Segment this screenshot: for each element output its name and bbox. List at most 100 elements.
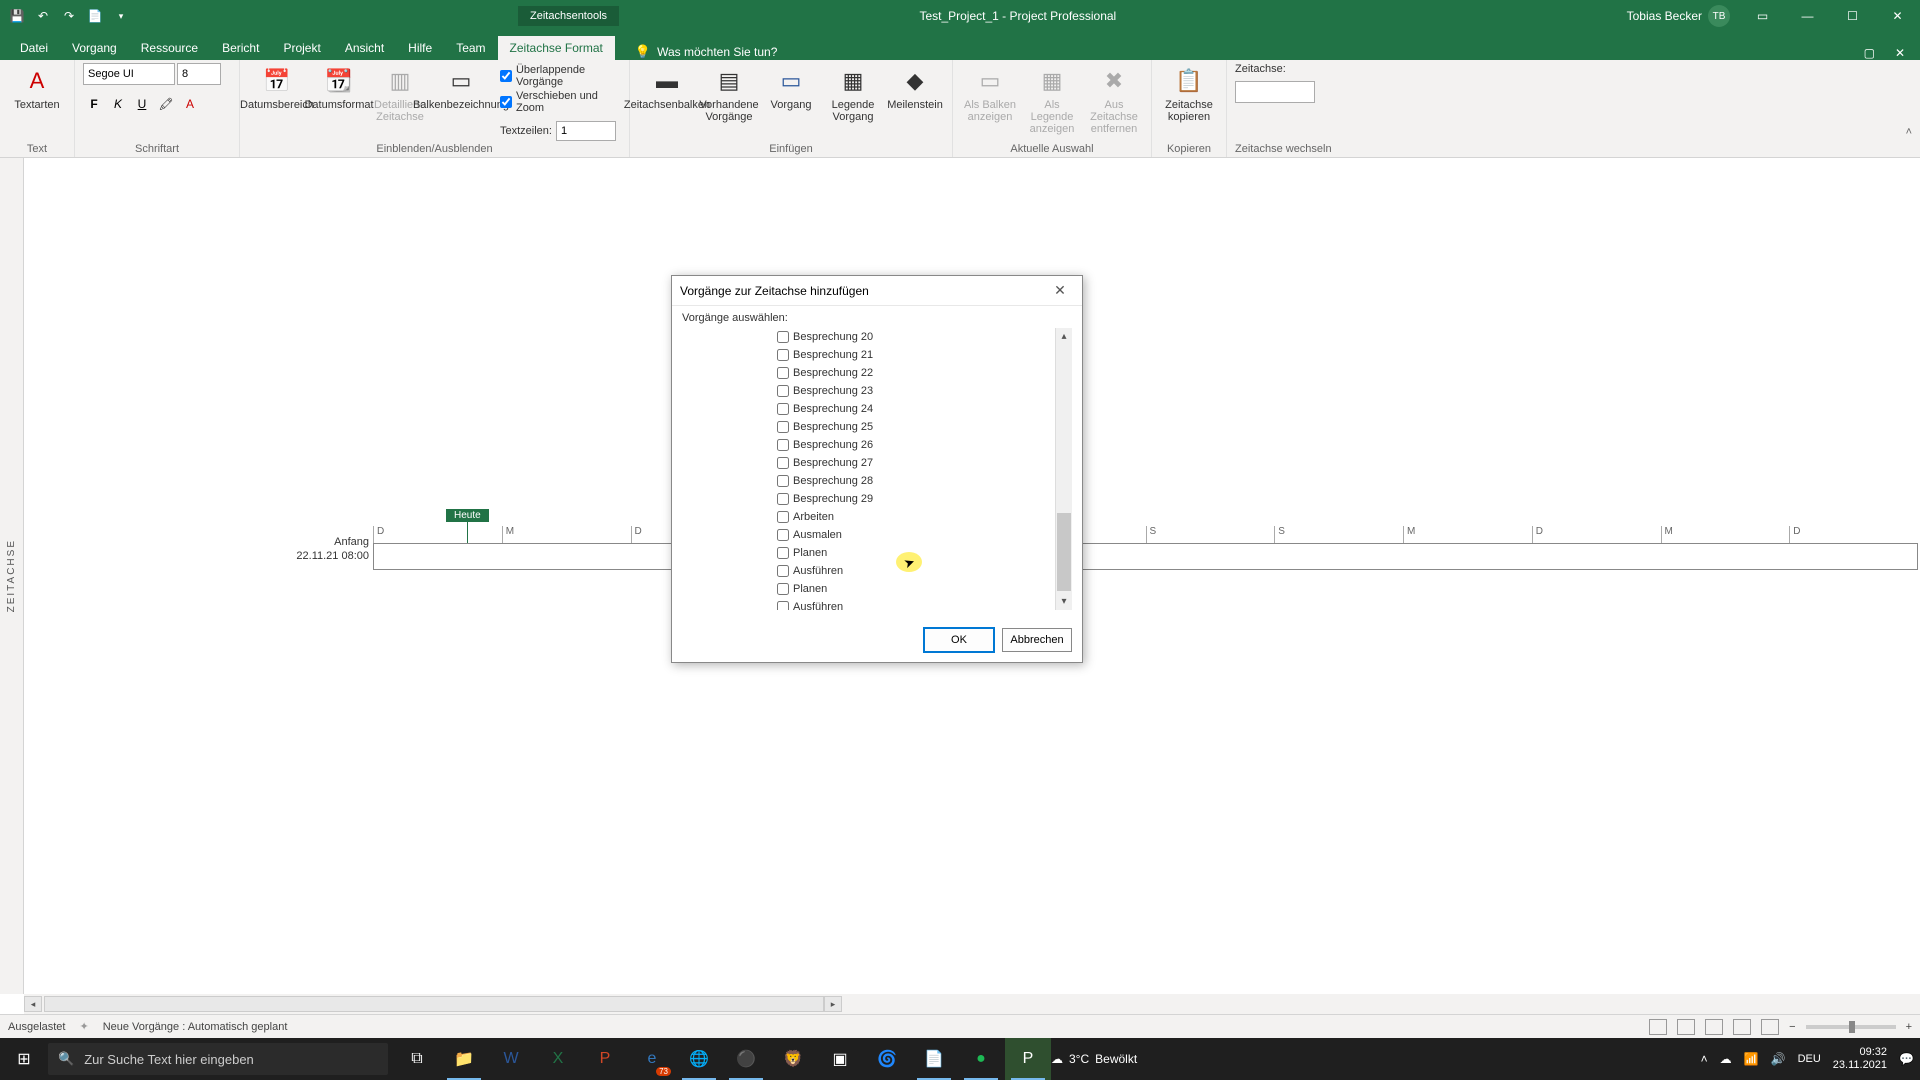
- task-checkbox[interactable]: [777, 457, 789, 469]
- highlight-button[interactable]: 🖍: [155, 93, 177, 115]
- task-checkbox[interactable]: [777, 529, 789, 541]
- tab-team[interactable]: Team: [444, 36, 497, 60]
- textarten-button[interactable]: A Textarten: [8, 63, 66, 113]
- dialog-titlebar[interactable]: Vorgänge zur Zeitachse hinzufügen ✕: [672, 276, 1082, 306]
- font-name-select[interactable]: [83, 63, 175, 85]
- view-gantt-icon[interactable]: [1649, 1019, 1667, 1035]
- ribbon-options-icon[interactable]: ▭: [1740, 0, 1785, 32]
- taskbar-clock[interactable]: 09:32 23.11.2021: [1833, 1046, 1887, 1072]
- task-item[interactable]: Besprechung 25: [777, 418, 1055, 436]
- tell-me-search[interactable]: 💡 Was möchten Sie tun?: [635, 44, 777, 60]
- tab-ansicht[interactable]: Ansicht: [333, 36, 396, 60]
- task-item[interactable]: Besprechung 29: [777, 490, 1055, 508]
- task-item[interactable]: Besprechung 26: [777, 436, 1055, 454]
- task-item[interactable]: Planen: [777, 580, 1055, 598]
- chrome-icon[interactable]: 🌐: [676, 1038, 722, 1080]
- redo-icon[interactable]: ↷: [60, 7, 78, 25]
- ok-button[interactable]: OK: [924, 628, 994, 652]
- task-item[interactable]: Besprechung 24: [777, 400, 1055, 418]
- timeline-bar[interactable]: [373, 543, 1918, 570]
- datumsformat-button[interactable]: 📆 Datumsformat: [310, 63, 368, 113]
- zeitachse-kopieren-button[interactable]: 📋 Zeitachse kopieren: [1160, 63, 1218, 125]
- task-item[interactable]: Besprechung 21: [777, 346, 1055, 364]
- scroll-up-icon[interactable]: ▴: [1056, 328, 1072, 345]
- zoom-in-icon[interactable]: +: [1906, 1021, 1912, 1033]
- balkenbez-button[interactable]: ▭ Balkenbezeichnung: [432, 63, 490, 113]
- excel-icon[interactable]: X: [535, 1038, 581, 1080]
- word-icon[interactable]: W: [488, 1038, 534, 1080]
- bold-button[interactable]: F: [83, 93, 105, 115]
- edge-icon[interactable]: 🌀: [864, 1038, 910, 1080]
- tray-chevron-icon[interactable]: ˄: [1701, 1052, 1708, 1066]
- timeline-sidebar[interactable]: ZEITACHSE: [0, 158, 24, 994]
- taskbar-weather[interactable]: ☁ 3°C Bewölkt: [1051, 1052, 1137, 1066]
- cancel-button[interactable]: Abbrechen: [1002, 628, 1072, 652]
- task-view-icon[interactable]: ⧉: [394, 1038, 440, 1080]
- meilenstein-button[interactable]: ◆ Meilenstein: [886, 63, 944, 113]
- zoom-slider[interactable]: [1806, 1025, 1896, 1029]
- ribbon-close-icon[interactable]: ✕: [1895, 46, 1905, 60]
- tab-datei[interactable]: Datei: [8, 36, 60, 60]
- undo-icon[interactable]: ↶: [34, 7, 52, 25]
- task-checkbox[interactable]: [777, 565, 789, 577]
- onedrive-icon[interactable]: ☁: [1720, 1052, 1732, 1066]
- maximize-icon[interactable]: ☐: [1830, 0, 1875, 32]
- qat-more-icon[interactable]: ▾: [112, 7, 130, 25]
- notepad-icon[interactable]: 📄: [911, 1038, 957, 1080]
- zeitachse-switch-select[interactable]: [1235, 81, 1315, 103]
- tab-projekt[interactable]: Projekt: [271, 36, 332, 60]
- spotify-icon[interactable]: ●: [958, 1038, 1004, 1080]
- dialog-close-button[interactable]: ✕: [1046, 280, 1074, 302]
- view-report-icon[interactable]: [1761, 1019, 1779, 1035]
- new-icon[interactable]: 📄: [86, 7, 104, 25]
- scrollbar-track[interactable]: [44, 996, 824, 1012]
- wifi-icon[interactable]: 📶: [1744, 1052, 1759, 1066]
- tab-ressource[interactable]: Ressource: [129, 36, 210, 60]
- task-item[interactable]: Besprechung 27: [777, 454, 1055, 472]
- close-icon[interactable]: ✕: [1875, 0, 1920, 32]
- task-checkbox[interactable]: [777, 511, 789, 523]
- task-checkbox[interactable]: [777, 421, 789, 433]
- task-checkbox[interactable]: [777, 331, 789, 343]
- start-button[interactable]: ⊞: [0, 1038, 48, 1080]
- font-color-button[interactable]: A: [179, 93, 201, 115]
- task-checkbox[interactable]: [777, 439, 789, 451]
- collapse-ribbon-icon[interactable]: ˄: [1906, 126, 1912, 153]
- view-calendar-icon[interactable]: [1677, 1019, 1695, 1035]
- task-item[interactable]: Ausmalen: [777, 526, 1055, 544]
- zoom-out-icon[interactable]: −: [1789, 1021, 1795, 1033]
- powerpoint-icon[interactable]: P: [582, 1038, 628, 1080]
- verschieben-check[interactable]: Verschieben und Zoom: [500, 89, 621, 115]
- task-checkbox[interactable]: [777, 403, 789, 415]
- ribbon-share-icon[interactable]: ▢: [1864, 46, 1875, 60]
- scrollbar-thumb[interactable]: [1057, 513, 1071, 591]
- vorhandene-button[interactable]: ▤ Vorhandene Vorgänge: [700, 63, 758, 125]
- scroll-right-icon[interactable]: ▸: [824, 996, 842, 1012]
- scroll-left-icon[interactable]: ◂: [24, 996, 42, 1012]
- task-item[interactable]: Besprechung 28: [777, 472, 1055, 490]
- task-checkbox[interactable]: [777, 349, 789, 361]
- task-item[interactable]: Besprechung 23: [777, 382, 1055, 400]
- task-item[interactable]: Ausführen: [777, 598, 1055, 610]
- task-checkbox[interactable]: [777, 547, 789, 559]
- volume-icon[interactable]: 🔊: [1771, 1052, 1786, 1066]
- task-checkbox[interactable]: [777, 385, 789, 397]
- underline-button[interactable]: U: [131, 93, 153, 115]
- edge-legacy-icon[interactable]: e73: [629, 1038, 675, 1080]
- font-size-select[interactable]: [177, 63, 221, 85]
- app-generic-icon[interactable]: ▣: [817, 1038, 863, 1080]
- task-item[interactable]: Ausführen: [777, 562, 1055, 580]
- save-icon[interactable]: 💾: [8, 7, 26, 25]
- explorer-icon[interactable]: 📁: [441, 1038, 487, 1080]
- task-item[interactable]: Planen: [777, 544, 1055, 562]
- task-item[interactable]: Besprechung 20: [777, 328, 1055, 346]
- task-item[interactable]: Besprechung 22: [777, 364, 1055, 382]
- tab-bericht[interactable]: Bericht: [210, 36, 271, 60]
- minimize-icon[interactable]: —: [1785, 0, 1830, 32]
- task-list[interactable]: Besprechung 20Besprechung 21Besprechung …: [682, 328, 1055, 610]
- task-checkbox[interactable]: [777, 367, 789, 379]
- task-item[interactable]: Arbeiten: [777, 508, 1055, 526]
- task-checkbox[interactable]: [777, 601, 789, 610]
- task-checkbox[interactable]: [777, 493, 789, 505]
- tab-zeitachse-format[interactable]: Zeitachse Format: [498, 36, 615, 60]
